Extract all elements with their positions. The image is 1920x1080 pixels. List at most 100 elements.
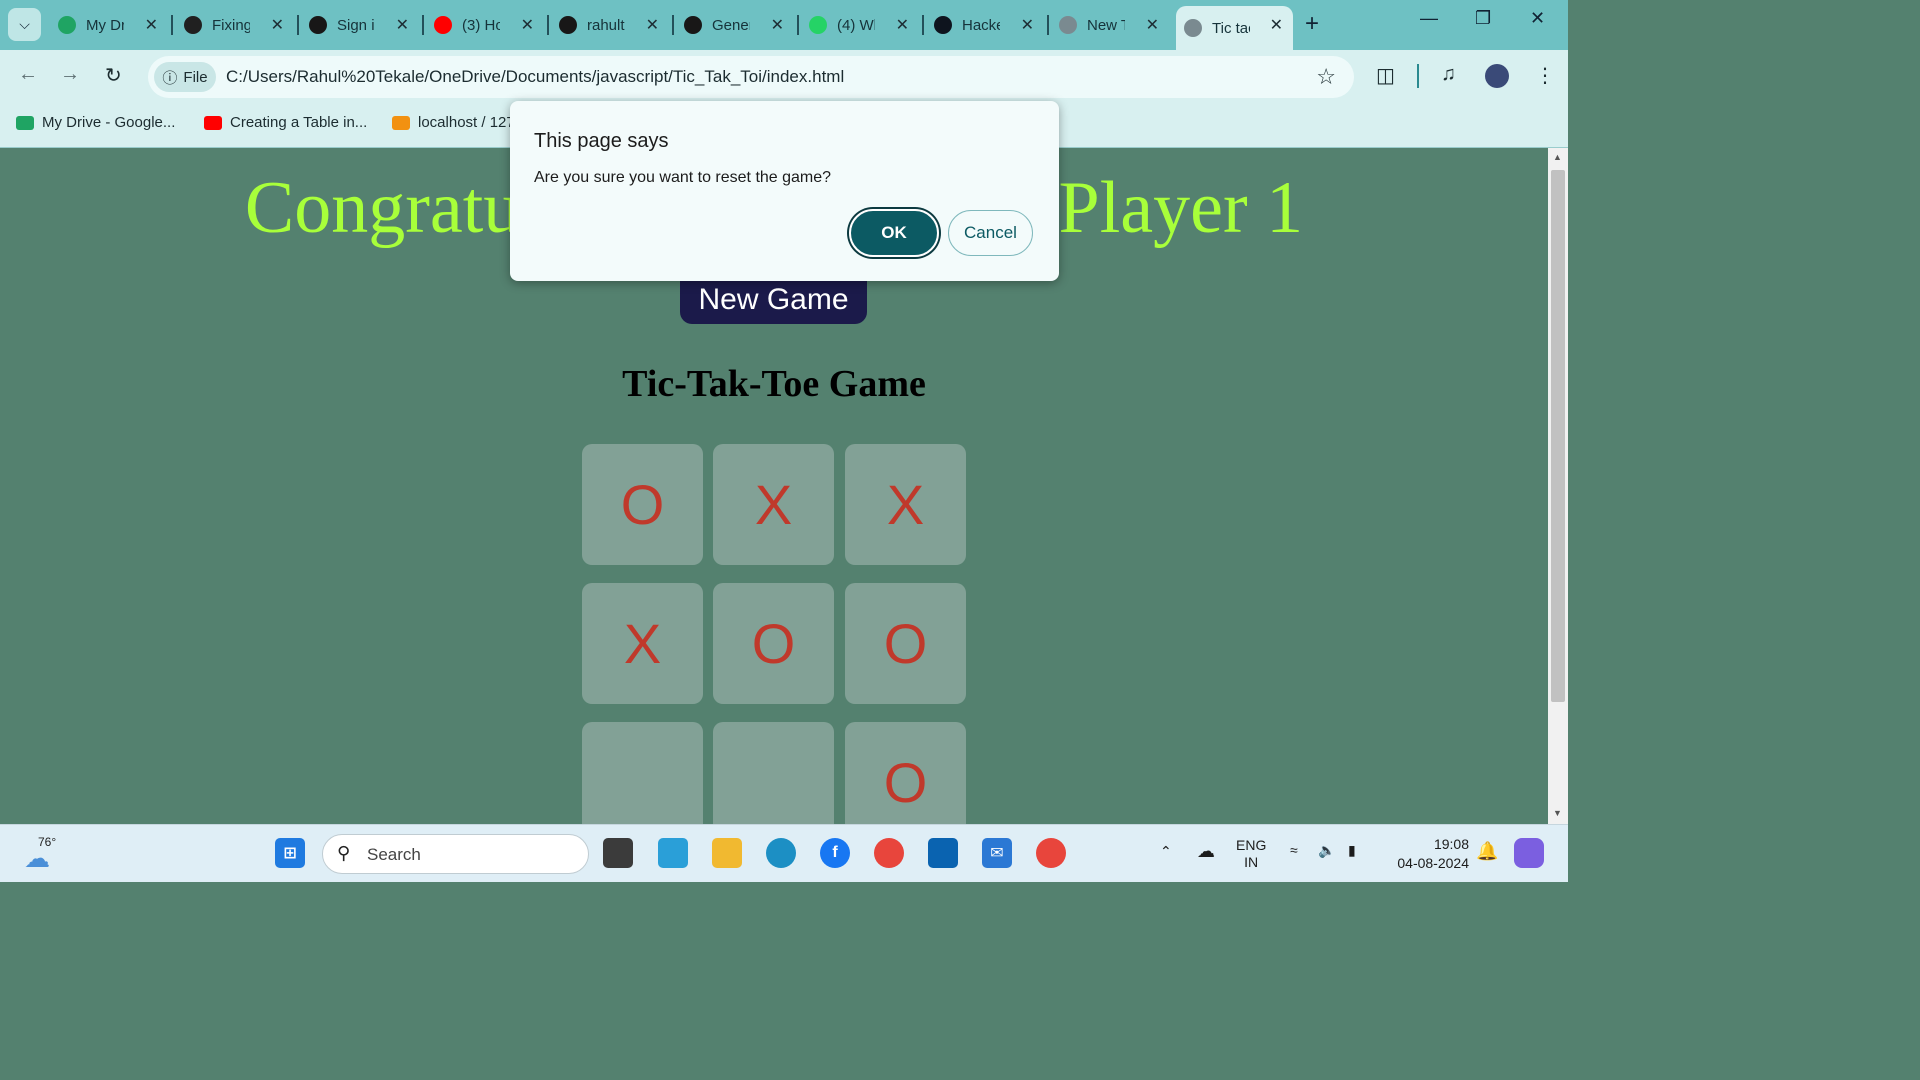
avatar[interactable] [1485, 64, 1509, 88]
browser-tab[interactable]: (3) Ho ✕ [426, 6, 544, 44]
browser-tab[interactable]: Hacke ✕ [926, 6, 1044, 44]
site-info-chip[interactable]: ⓘ File [154, 62, 216, 92]
media-control-icon[interactable]: ♫ [1441, 63, 1456, 86]
browser-tab[interactable]: (4) Wh ✕ [801, 6, 919, 44]
browser-tab[interactable]: Gener ✕ [676, 6, 794, 44]
browser-tab[interactable]: New T ✕ [1051, 6, 1169, 44]
restore-icon[interactable]: ❐ [1475, 8, 1491, 29]
board-cell[interactable]: X [713, 444, 834, 565]
copilot-icon[interactable] [1514, 838, 1544, 868]
extensions-icon[interactable]: ◫ [1376, 63, 1395, 88]
bookmark-star-icon[interactable]: ☆ [1316, 64, 1336, 90]
desktop-icon[interactable] [658, 838, 688, 868]
bookmark-label: Creating a Table in... [230, 114, 368, 131]
notification-icon[interactable]: 🔔 [1476, 841, 1498, 862]
language-indicator[interactable]: ENG IN [1236, 837, 1266, 871]
tab-separator [547, 15, 549, 35]
scroll-down-icon[interactable]: ▼ [1553, 808, 1562, 818]
taskbar-search[interactable]: ⚲ Search [322, 834, 589, 874]
wifi-icon[interactable]: ≈ [1290, 842, 1298, 858]
scroll-thumb[interactable] [1551, 170, 1565, 702]
language-top: ENG [1236, 837, 1267, 853]
scroll-up-icon[interactable]: ▲ [1553, 152, 1562, 162]
battery-icon[interactable]: ▮ [1348, 842, 1356, 859]
board-cell[interactable] [582, 722, 703, 824]
info-icon: ⓘ [162, 69, 178, 87]
mail-icon[interactable]: ✉ [982, 838, 1012, 868]
cancel-button[interactable]: Cancel [948, 210, 1033, 256]
tab-separator [1047, 15, 1049, 35]
tab-title: Sign i [337, 16, 375, 34]
board-cell[interactable]: X [845, 444, 966, 565]
browser-tab[interactable]: My Dr ✕ [50, 6, 168, 44]
ok-button[interactable]: OK [849, 209, 939, 257]
board-cell[interactable]: O [845, 583, 966, 704]
board-cell[interactable]: O [845, 722, 966, 824]
board-cell[interactable] [713, 722, 834, 824]
tab-search-button[interactable]: ⌵ [8, 8, 41, 41]
back-icon[interactable]: ← [18, 63, 38, 86]
page-scrollbar[interactable]: ▲ ▼ [1548, 148, 1568, 824]
windows-start-icon[interactable]: ⊞ [275, 838, 305, 868]
chevron-down-icon: ⌵ [19, 16, 30, 32]
openai-icon [184, 16, 202, 34]
address-bar[interactable]: ⓘ File C:/Users/Rahul%20Tekale/OneDrive/… [148, 56, 1354, 98]
board-cell[interactable]: O [713, 583, 834, 704]
file-explorer-icon[interactable] [712, 838, 742, 868]
close-tab-icon[interactable]: ✕ [521, 15, 534, 35]
reload-icon[interactable]: ↻ [105, 63, 122, 88]
close-tab-icon[interactable]: ✕ [1270, 15, 1283, 35]
menu-icon[interactable]: ⋮ [1535, 63, 1555, 88]
browser-tab[interactable]: Fixing ✕ [176, 6, 294, 44]
url-text[interactable]: C:/Users/Rahul%20Tekale/OneDrive/Documen… [226, 67, 844, 87]
task-view-icon[interactable] [603, 838, 633, 868]
browser-tab[interactable]: Tic tac ✕ [1176, 6, 1293, 50]
tab-separator [422, 15, 424, 35]
board-cell[interactable]: O [582, 444, 703, 565]
tab-title: Fixing [212, 16, 250, 34]
close-window-icon[interactable]: ✕ [1530, 8, 1545, 29]
onedrive-icon[interactable]: ☁ [1197, 841, 1215, 862]
bookmark-label: My Drive - Google... [42, 114, 176, 131]
forward-icon[interactable]: → [60, 63, 80, 86]
close-tab-icon[interactable]: ✕ [1021, 15, 1034, 35]
tab-separator [922, 15, 924, 35]
dialog-title: This page says [534, 130, 669, 152]
tab-strip: ⌵ My Dr ✕ Fixing ✕ Sign i ✕ (3) Ho ✕ rahult ✕ Gene… [0, 0, 1568, 50]
language-bottom: IN [1244, 854, 1259, 870]
edge-icon[interactable] [766, 838, 796, 868]
browser-tab[interactable]: rahult ✕ [551, 6, 669, 44]
tab-title: My Dr [86, 16, 124, 34]
close-tab-icon[interactable]: ✕ [646, 15, 659, 35]
dell-icon[interactable] [928, 838, 958, 868]
confirm-dialog: This page says Are you sure you want to … [510, 101, 1059, 281]
whatsapp-icon [809, 16, 827, 34]
new-tab-button[interactable]: + [1305, 10, 1319, 38]
taskbar: ☁ 76° ⊞ ⚲ Search f ✉ ⌃ ☁ ENG IN ≈ 🔈 ▮ 19… [0, 824, 1568, 882]
bookmark-label: localhost / 127 [418, 114, 515, 131]
close-tab-icon[interactable]: ✕ [771, 15, 784, 35]
clock-date: 04-08-2024 [1397, 855, 1469, 871]
clock[interactable]: 19:08 04-08-2024 [1385, 835, 1469, 873]
board-cell[interactable]: X [582, 583, 703, 704]
close-tab-icon[interactable]: ✕ [896, 15, 909, 35]
close-tab-icon[interactable]: ✕ [145, 15, 158, 35]
youtube-icon [434, 16, 452, 34]
bookmark-item[interactable]: localhost / 127 [392, 114, 515, 131]
close-tab-icon[interactable]: ✕ [396, 15, 409, 35]
chrome-icon[interactable] [874, 838, 904, 868]
chrome-profile-icon[interactable] [1036, 838, 1066, 868]
tab-separator [297, 15, 299, 35]
close-tab-icon[interactable]: ✕ [271, 15, 284, 35]
github-icon [684, 16, 702, 34]
volume-icon[interactable]: 🔈 [1318, 842, 1335, 859]
facebook-icon[interactable]: f [820, 838, 850, 868]
chevron-up-icon[interactable]: ⌃ [1160, 843, 1172, 860]
close-tab-icon[interactable]: ✕ [1146, 15, 1159, 35]
minimize-icon[interactable]: — [1420, 8, 1438, 29]
bookmark-item[interactable]: My Drive - Google... [16, 114, 175, 131]
taskbar-search-text: Search [367, 845, 421, 864]
tab-separator [672, 15, 674, 35]
browser-tab[interactable]: Sign i ✕ [301, 6, 419, 44]
bookmark-item[interactable]: Creating a Table in... [204, 114, 367, 131]
